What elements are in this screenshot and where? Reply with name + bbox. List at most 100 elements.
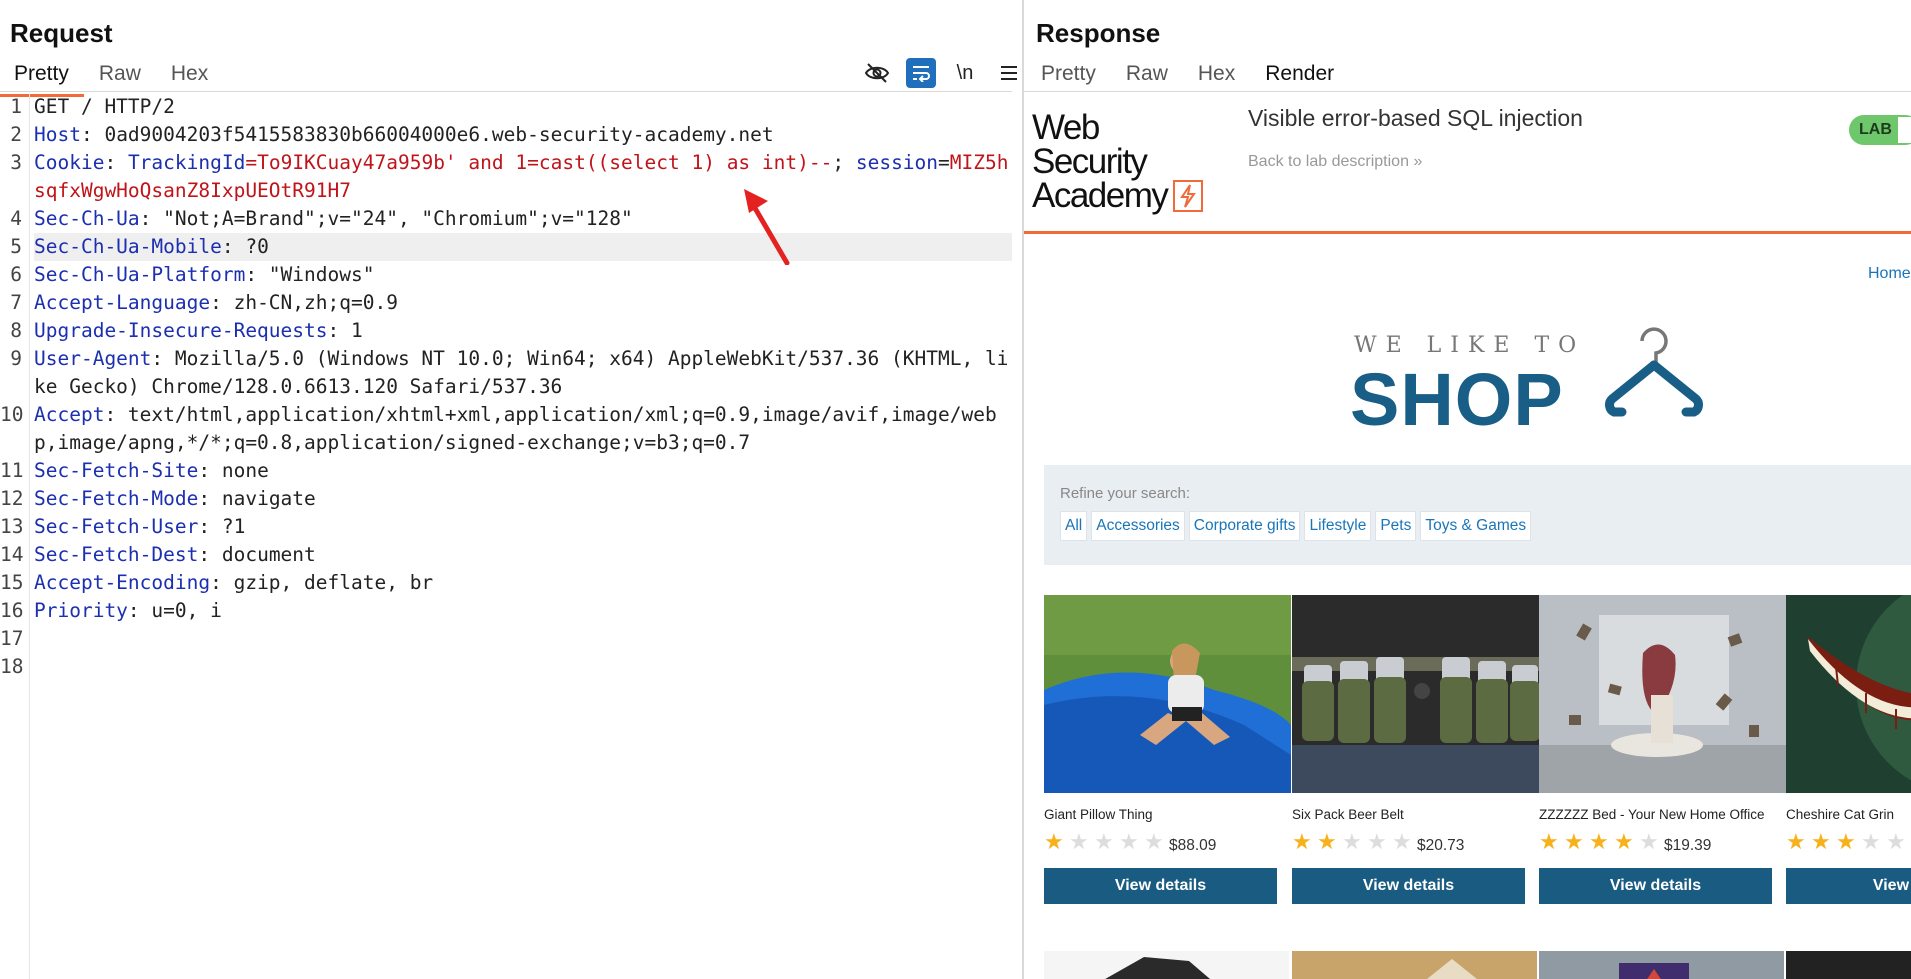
header-line: 12 Sec-Fetch-Mode: navigate: [0, 485, 1012, 513]
lab-badge-label: LAB: [1859, 121, 1892, 138]
filter-toys-games[interactable]: Toys & Games: [1420, 511, 1532, 541]
product-name: Six Pack Beer Belt: [1292, 807, 1404, 822]
view-details-button[interactable]: View details: [1044, 868, 1277, 904]
header-line: 16 Priority: u=0, i: [0, 597, 1012, 625]
hamburger-menu-icon[interactable]: [994, 58, 1022, 88]
product-image-cheshire-cat[interactable]: [1786, 595, 1911, 793]
filter-all[interactable]: All: [1060, 511, 1088, 541]
tab-divider: [1024, 91, 1911, 92]
header-value: : 0ad9004203f5415583830b66004000e6.web-s…: [80, 123, 774, 146]
product-card: ZZZZZZ Bed - Your New Home Office ★ ★ ★ ★ ★ …: [1539, 595, 1786, 904]
web-security-academy-logo[interactable]: Web Security Academy: [1032, 108, 1204, 215]
star-empty-icon: ★: [1861, 829, 1881, 854]
header-name: Sec-Fetch-User: [34, 515, 199, 538]
header-line: 6 Sec-Ch-Ua-Platform: "Windows": [0, 261, 1012, 289]
star-empty-icon: ★: [1886, 829, 1906, 854]
logo-bolt-icon: [1173, 180, 1204, 212]
star-empty-icon: ★: [1342, 829, 1362, 854]
academy-header: Web Security Academy Visible error-based…: [1024, 93, 1911, 234]
back-link-label: Back to lab description: [1248, 153, 1409, 170]
view-details-button[interactable]: View de: [1786, 868, 1911, 904]
back-to-lab-link[interactable]: Back to lab description »: [1248, 153, 1422, 171]
star-filled-icon: ★: [1317, 829, 1337, 854]
view-details-button[interactable]: View details: [1539, 868, 1772, 904]
product-image-beer-belt[interactable]: [1292, 595, 1539, 793]
header-line: 11 Sec-Fetch-Site: none: [0, 457, 1012, 485]
header-divider: [1024, 231, 1911, 234]
product-image-giant-pillow[interactable]: [1044, 595, 1291, 793]
header-line: 5 Sec-Ch-Ua-Mobile: ?0: [0, 233, 1012, 261]
star-empty-icon: ★: [1069, 829, 1089, 854]
empty-line: 18: [0, 653, 1012, 681]
header-line: 14 Sec-Fetch-Dest: document: [0, 541, 1012, 569]
product-price: $88.09: [1169, 837, 1217, 854]
filter-pets[interactable]: Pets: [1375, 511, 1417, 541]
line-number: 17: [0, 627, 24, 650]
newline-toggle[interactable]: \n: [950, 58, 980, 88]
product-name: Giant Pillow Thing: [1044, 807, 1153, 822]
product-row-2: [1044, 951, 1911, 979]
header-name: Sec-Ch-Ua-Platform: [34, 263, 246, 286]
shop-word: SHOP: [1350, 358, 1564, 441]
header-value: : none: [198, 459, 269, 482]
request-editor[interactable]: 1 GET / HTTP/2 2 Host: 0ad9004203f54155838…: [0, 93, 1012, 979]
star-filled-icon: ★: [1836, 829, 1856, 854]
star-empty-icon: ★: [1392, 829, 1412, 854]
hanger-icon: [1605, 327, 1703, 417]
product-image-partial[interactable]: [1786, 951, 1911, 979]
line-number: 1: [10, 95, 22, 118]
star-empty-icon: ★: [1639, 829, 1659, 854]
star-filled-icon: ★: [1044, 829, 1064, 854]
line-number: 12: [0, 487, 24, 510]
product-card: Cheshire Cat Grin ★★★★★ View de: [1786, 595, 1911, 904]
word-wrap-icon[interactable]: [906, 58, 936, 88]
header-line: 13 Sec-Fetch-User: ?1: [0, 513, 1012, 541]
product-rating: ★ ★ ★ ★ ★: [1292, 831, 1417, 853]
tab-divider: [0, 91, 1012, 92]
product-image-partial[interactable]: [1539, 951, 1784, 979]
header-line: 15 Accept-Encoding: gzip, deflate, br: [0, 569, 1012, 597]
header-name: User-Agent: [34, 347, 152, 370]
line-number: 5: [10, 235, 22, 258]
product-name: Cheshire Cat Grin: [1786, 807, 1895, 822]
chevron-right-icon: »: [1413, 153, 1423, 170]
product-image-partial[interactable]: [1044, 951, 1289, 979]
filter-accessories[interactable]: Accessories: [1091, 511, 1185, 541]
star-empty-icon: ★: [1144, 829, 1164, 854]
line-number: 3: [10, 151, 22, 174]
star-empty-icon: ★: [1094, 829, 1114, 854]
request-title: Request: [10, 18, 113, 48]
header-line: 9 User-Agent: Mozilla/5.0 (Windows NT 10.…: [0, 345, 1012, 401]
logo-line-2: Academy: [1032, 176, 1169, 215]
line-number: 9: [10, 347, 22, 370]
line-number: 8: [10, 319, 22, 342]
star-empty-icon: ★: [1367, 829, 1387, 854]
filter-corporate-gifts[interactable]: Corporate gifts: [1188, 511, 1301, 541]
header-value: : "Windows": [245, 263, 375, 286]
product-image-zzzzzz-bed[interactable]: [1539, 595, 1786, 793]
cookie-value-trackingid: To9IKCuay47a959b' and 1=cast((select 1) …: [257, 151, 833, 174]
eye-slash-icon[interactable]: [862, 58, 892, 88]
star-filled-icon: ★: [1292, 829, 1312, 854]
header-value: : 1: [327, 319, 363, 342]
request-toolbar: \n: [862, 58, 1022, 88]
header-name: Accept-Encoding: [34, 571, 211, 594]
logo-line-1: Web Security: [1032, 108, 1148, 181]
line-number: 11: [0, 459, 24, 482]
view-details-button[interactable]: View details: [1292, 868, 1525, 904]
request-line: 1 GET / HTTP/2: [0, 93, 1012, 121]
home-link[interactable]: Home: [1868, 265, 1911, 283]
header-name: Sec-Ch-Ua: [34, 207, 140, 230]
line-number: 4: [10, 207, 22, 230]
header-value: : gzip, deflate, br: [210, 571, 434, 594]
product-rating: ★ ★ ★ ★ ★: [1044, 831, 1169, 853]
product-image-partial[interactable]: [1292, 951, 1537, 979]
header-value: : ?0: [221, 235, 269, 258]
star-filled-icon: ★: [1564, 829, 1584, 854]
filter-lifestyle[interactable]: Lifestyle: [1304, 511, 1372, 541]
header-name: Sec-Fetch-Site: [34, 459, 199, 482]
product-rating: ★ ★ ★ ★ ★: [1786, 831, 1911, 853]
line-number: 7: [10, 291, 22, 314]
header-value: : ?1: [198, 515, 246, 538]
header-name: Sec-Ch-Ua-Mobile: [34, 235, 222, 258]
